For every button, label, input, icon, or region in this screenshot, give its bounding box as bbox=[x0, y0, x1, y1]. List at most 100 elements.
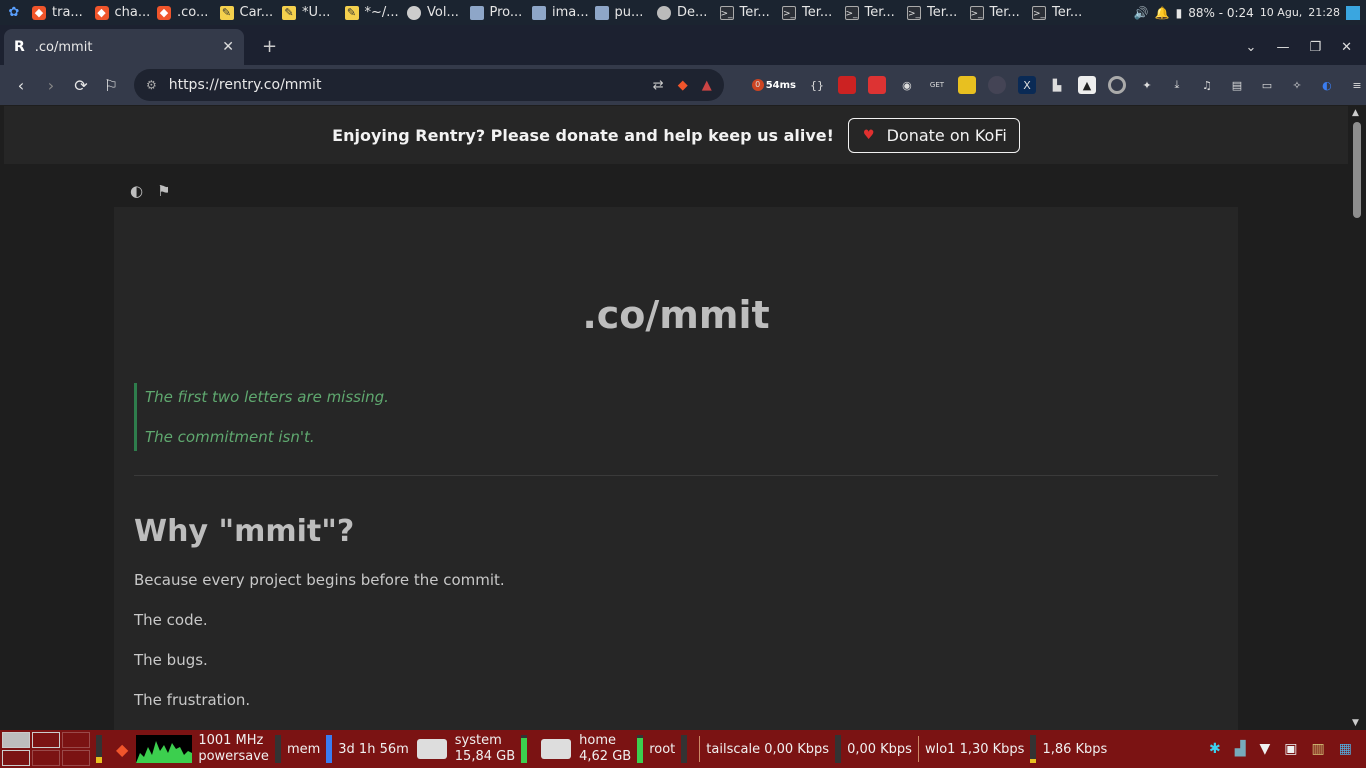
camera-icon[interactable]: ◉ bbox=[898, 76, 916, 94]
minimize-icon[interactable]: — bbox=[1276, 40, 1289, 55]
task-item[interactable]: >_ Ter... bbox=[966, 0, 1029, 25]
system-taskbar: ✿ ◆ tra... ◆ cha... ◆ .co... ✎ Car... ✎ *U... ✎ *~/… bbox=[0, 0, 1366, 25]
task-item[interactable]: >_ Ter... bbox=[903, 0, 966, 25]
workspace-4[interactable] bbox=[2, 750, 30, 766]
translate-icon[interactable]: ⇄ bbox=[653, 78, 664, 93]
page-scrollbar[interactable]: ▲ ▼ bbox=[1348, 106, 1366, 730]
task-item[interactable]: ima... bbox=[528, 0, 591, 25]
task-list: ◆ tra... ◆ cha... ◆ .co... ✎ Car... ✎ *U... ✎ *~/..… bbox=[28, 0, 1091, 25]
brave-shields-icon[interactable]: ◆ bbox=[678, 78, 688, 93]
yellow-extension-icon[interactable] bbox=[957, 76, 976, 94]
volume-icon[interactable]: 🔊 bbox=[1134, 6, 1149, 20]
scroll-thumb[interactable] bbox=[1353, 122, 1361, 218]
forward-icon[interactable]: › bbox=[36, 76, 66, 95]
task-item[interactable]: >_ Ter... bbox=[716, 0, 779, 25]
back-icon[interactable]: ‹ bbox=[6, 76, 36, 95]
theme-toggle-icon[interactable]: ◐ bbox=[130, 182, 143, 200]
maximize-icon[interactable]: ❐ bbox=[1309, 40, 1321, 55]
paragraph: The code. bbox=[134, 611, 208, 629]
sidebar-icon[interactable]: ▤ bbox=[1228, 76, 1246, 94]
task-item[interactable]: ✎ *~/... bbox=[341, 0, 404, 25]
bookmark-icon[interactable]: ⚐ bbox=[96, 76, 126, 95]
tab-search-icon[interactable]: ⌄ bbox=[1246, 40, 1257, 55]
task-item[interactable]: ◆ cha... bbox=[91, 0, 154, 25]
bluetooth-icon[interactable]: ✱ bbox=[1209, 741, 1221, 757]
home-drive: home 4,62 GB bbox=[579, 733, 631, 765]
battery-icon[interactable]: ▮ bbox=[1176, 6, 1183, 20]
notification-icon[interactable]: 🔔 bbox=[1155, 6, 1170, 20]
donate-kofi-button[interactable]: ♥ Donate on KoFi bbox=[847, 117, 1020, 153]
screen-icon[interactable]: ▦ bbox=[1339, 741, 1352, 757]
brave-rewards-icon[interactable]: ▲ bbox=[702, 78, 712, 93]
triangle-extension-icon[interactable]: ▲ bbox=[1077, 76, 1096, 94]
wallet-icon[interactable]: ▭ bbox=[1258, 76, 1276, 94]
shield-extension-icon[interactable]: ▙ bbox=[1048, 76, 1066, 94]
workspace-5[interactable] bbox=[32, 750, 60, 766]
brave-launcher-icon[interactable]: ◆ bbox=[116, 740, 128, 759]
task-item[interactable]: Pro... bbox=[466, 0, 529, 25]
media-icon[interactable]: ♫ bbox=[1198, 76, 1216, 94]
close-tab-icon[interactable]: ✕ bbox=[222, 39, 234, 55]
new-tab-button[interactable]: + bbox=[262, 36, 277, 57]
system-tray: 🔊 🔔 ▮ 88% - 0:24 10 Agu, 21:28 bbox=[1134, 5, 1366, 20]
site-info-icon[interactable]: ⚙ bbox=[146, 78, 157, 92]
pocket-extension-icon[interactable] bbox=[867, 76, 886, 94]
terminal-icon: >_ bbox=[719, 5, 734, 20]
wifi-icon[interactable]: ▼ bbox=[1260, 741, 1271, 757]
profile-icon[interactable]: ◐ bbox=[1318, 76, 1336, 94]
workspace-2[interactable] bbox=[32, 732, 60, 748]
ping-extension-icon[interactable]: 0 54ms bbox=[751, 76, 796, 94]
task-item[interactable]: pu... bbox=[591, 0, 654, 25]
leo-ai-icon[interactable]: ✧ bbox=[1288, 76, 1306, 94]
rentry-favicon-icon: R bbox=[14, 39, 25, 55]
signal-icon[interactable]: ▟ bbox=[1235, 741, 1246, 757]
task-item[interactable]: De... bbox=[653, 0, 716, 25]
extensions-puzzle-icon[interactable]: ✦ bbox=[1138, 76, 1156, 94]
workspace-3[interactable] bbox=[62, 732, 90, 748]
disk-icon bbox=[657, 5, 671, 20]
flag-icon[interactable]: ⚑ bbox=[157, 182, 170, 200]
task-item[interactable]: ◆ .co... bbox=[153, 0, 216, 25]
download-icon[interactable]: ⤓ bbox=[1168, 76, 1186, 94]
task-item[interactable]: >_ Ter... bbox=[1028, 0, 1091, 25]
freq-meter bbox=[274, 735, 281, 763]
system-panel-bottom: ◆ 1001 MHz powersave mem 3d 1h 56m syste… bbox=[0, 730, 1366, 768]
donate-button-label: Donate on KoFi bbox=[886, 125, 1007, 145]
close-window-icon[interactable]: ✕ bbox=[1341, 40, 1352, 55]
ping-count-badge: 0 bbox=[751, 79, 764, 91]
task-item[interactable]: Vol... bbox=[403, 0, 466, 25]
trash-icon[interactable]: ▥ bbox=[1312, 741, 1325, 757]
workspace-switcher[interactable] bbox=[2, 732, 90, 766]
uptime: 3d 1h 56m bbox=[338, 741, 409, 757]
main-menu-icon[interactable]: ≡ bbox=[1348, 76, 1366, 94]
address-bar[interactable]: ⚙ https://rentry.co/mmit ⇄ ◆ ▲ bbox=[133, 69, 724, 101]
json-extension-icon[interactable]: {} bbox=[808, 76, 826, 94]
separator bbox=[699, 736, 701, 762]
scroll-up-icon[interactable]: ▲ bbox=[1352, 108, 1359, 118]
cpu-frequency: 1001 MHz powersave bbox=[198, 733, 269, 765]
task-item[interactable]: ◆ tra... bbox=[28, 0, 91, 25]
get-crx-icon[interactable]: GET bbox=[928, 76, 946, 94]
root-meter bbox=[681, 735, 688, 763]
tab-rentry[interactable]: R .co/mmit ✕ bbox=[4, 29, 244, 65]
terminal-icon: >_ bbox=[1032, 5, 1046, 20]
app-menu-icon[interactable]: ✿ bbox=[0, 0, 28, 25]
reload-icon[interactable]: ⟳ bbox=[66, 76, 96, 95]
system-drive-icon bbox=[416, 739, 447, 759]
clipboard-icon[interactable]: ▣ bbox=[1284, 741, 1297, 757]
cursor-extension-icon[interactable] bbox=[987, 76, 1006, 94]
scroll-down-icon[interactable]: ▼ bbox=[1352, 718, 1359, 728]
red-extension-icon[interactable] bbox=[837, 76, 856, 94]
task-item[interactable]: ✎ *U... bbox=[278, 0, 341, 25]
record-extension-icon[interactable] bbox=[1107, 76, 1126, 94]
task-item[interactable]: >_ Ter... bbox=[778, 0, 841, 25]
workspace-1[interactable] bbox=[2, 732, 30, 748]
show-desktop-icon[interactable] bbox=[1346, 5, 1360, 20]
task-item[interactable]: ✎ Car... bbox=[216, 0, 279, 25]
system-drive-meter bbox=[521, 735, 528, 763]
workspace-6[interactable] bbox=[62, 750, 90, 766]
excel-extension-icon[interactable]: X bbox=[1017, 76, 1036, 94]
system-drive-free: 15,84 GB bbox=[454, 749, 516, 764]
folder-icon bbox=[594, 5, 609, 20]
task-item[interactable]: >_ Ter... bbox=[841, 0, 904, 25]
